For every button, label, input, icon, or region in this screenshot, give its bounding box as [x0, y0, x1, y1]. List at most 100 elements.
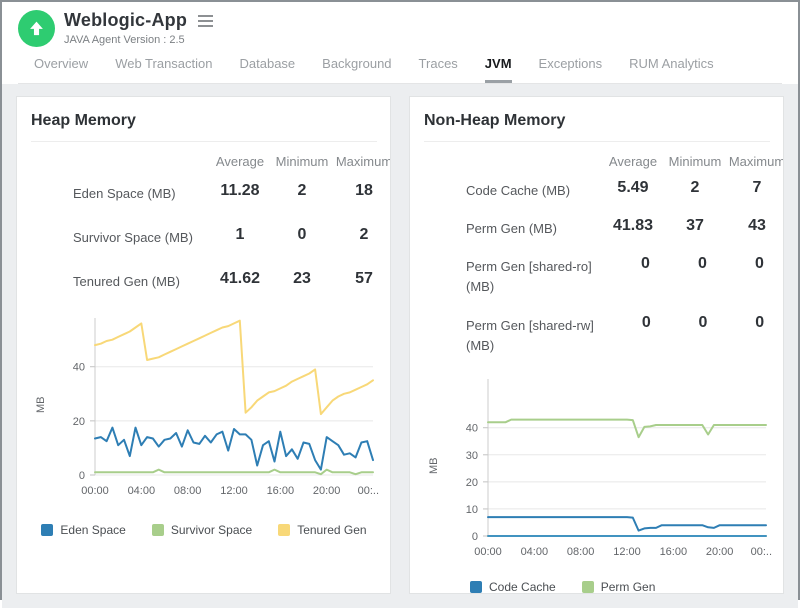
legend-swatch	[41, 524, 53, 536]
svg-text:00:00: 00:00	[81, 485, 109, 497]
svg-text:10: 10	[466, 504, 478, 516]
svg-text:40: 40	[73, 362, 85, 374]
svg-text:00:..: 00:..	[751, 546, 772, 558]
legend-swatch	[278, 524, 290, 536]
metric-label: Perm Gen [shared-rw] (MB)	[424, 314, 618, 356]
column-maximum: Maximum	[726, 154, 784, 169]
svg-text:08:00: 08:00	[174, 485, 202, 497]
svg-text:0: 0	[79, 470, 85, 482]
legend-swatch	[470, 581, 482, 593]
non-heap-memory-chart[interactable]: 01020304000:0004:0008:0012:0016:0020:000…	[424, 376, 772, 562]
metric-minimum: 0	[675, 314, 732, 332]
column-minimum: Minimum	[271, 154, 333, 169]
app-header: Weblogic-App JAVA Agent Version : 2.5 Ov…	[2, 2, 798, 84]
svg-text:40: 40	[466, 423, 478, 435]
heap-memory-chart[interactable]: 0 20 40 00:00 04:00 08:00 12:00 16:00 20:00 00:..…	[31, 315, 379, 501]
metric-label: Survivor Space (MB)	[31, 226, 209, 248]
legend-swatch	[152, 524, 164, 536]
metric-label: Perm Gen (MB)	[424, 217, 602, 239]
metric-minimum: 2	[271, 182, 333, 200]
legend-item[interactable]: Survivor Space	[152, 523, 252, 537]
metric-label: Code Cache (MB)	[424, 179, 602, 201]
table-row: Survivor Space (MB) 1 0 2	[31, 215, 391, 259]
svg-text:00:..: 00:..	[358, 485, 379, 497]
tab-web-transaction[interactable]: Web Transaction	[115, 56, 212, 83]
tab-overview[interactable]: Overview	[34, 56, 88, 83]
table-row: Perm Gen (MB) 41.83 37 43	[424, 209, 784, 247]
nonheap-chart-legend: Code CachePerm GenPerm Gen [shared-ro]Pe…	[470, 580, 760, 594]
metric-average: 0	[618, 314, 675, 332]
agent-version-label: JAVA Agent Version : 2.5	[64, 34, 215, 46]
column-average: Average	[209, 154, 271, 169]
metric-minimum: 0	[271, 226, 333, 244]
tab-database[interactable]: Database	[240, 56, 296, 83]
tab-traces[interactable]: Traces	[419, 56, 458, 83]
metric-average: 41.62	[209, 270, 271, 288]
metric-average: 11.28	[209, 182, 271, 200]
metric-average: 0	[617, 255, 674, 273]
svg-text:20:00: 20:00	[706, 546, 734, 558]
legend-item[interactable]: Code Cache	[470, 580, 556, 594]
tab-jvm[interactable]: JVM	[485, 56, 512, 83]
tab-exceptions[interactable]: Exceptions	[539, 56, 603, 83]
legend-label: Tenured Gen	[297, 523, 366, 537]
legend-swatch	[582, 581, 594, 593]
tab-background[interactable]: Background	[322, 56, 391, 83]
metric-average: 5.49	[602, 179, 664, 197]
svg-text:MB: MB	[428, 457, 440, 474]
panel-title-nonheap: Non-Heap Memory	[424, 110, 770, 142]
metric-minimum: 0	[674, 255, 731, 273]
svg-text:20: 20	[73, 416, 85, 428]
metric-minimum: 2	[664, 179, 726, 197]
table-row: Perm Gen [shared-ro] (MB) 0 0 0	[424, 247, 784, 305]
table-row: Eden Space (MB) 11.28 2 18	[31, 171, 391, 215]
table-header: Average Minimum Maximum	[31, 146, 391, 171]
legend-label: Perm Gen	[601, 580, 656, 594]
svg-text:20:00: 20:00	[313, 485, 341, 497]
svg-text:16:00: 16:00	[660, 546, 688, 558]
svg-text:12:00: 12:00	[220, 485, 248, 497]
metric-average: 41.83	[602, 217, 664, 235]
tab-rum-analytics[interactable]: RUM Analytics	[629, 56, 714, 83]
legend-label: Code Cache	[489, 580, 556, 594]
metric-label: Eden Space (MB)	[31, 182, 209, 204]
svg-text:12:00: 12:00	[613, 546, 641, 558]
legend-label: Eden Space	[60, 523, 125, 537]
metric-minimum: 37	[664, 217, 726, 235]
non-heap-memory-panel: Non-Heap Memory Average Minimum Maximum …	[409, 96, 784, 594]
metric-maximum: 0	[731, 314, 784, 332]
svg-text:04:00: 04:00	[521, 546, 549, 558]
page-title: Weblogic-App	[64, 10, 187, 31]
panel-title-heap: Heap Memory	[31, 110, 377, 142]
heap-chart-legend: Eden Space Survivor Space Tenured Gen	[31, 523, 377, 537]
metric-maximum: 43	[726, 217, 784, 235]
metric-maximum: 2	[333, 226, 391, 244]
metric-maximum: 57	[333, 270, 391, 288]
metric-maximum: 7	[726, 179, 784, 197]
column-maximum: Maximum	[333, 154, 391, 169]
svg-text:04:00: 04:00	[128, 485, 156, 497]
legend-item[interactable]: Tenured Gen	[278, 523, 366, 537]
svg-text:08:00: 08:00	[567, 546, 595, 558]
svg-text:0: 0	[472, 531, 478, 543]
table-row: Tenured Gen (MB) 41.62 23 57	[31, 259, 391, 303]
metric-maximum: 0	[731, 255, 784, 273]
nonheap-stats-table: Average Minimum Maximum Code Cache (MB) …	[424, 146, 784, 364]
legend-item[interactable]: Perm Gen	[582, 580, 656, 594]
metric-label: Tenured Gen (MB)	[31, 270, 209, 292]
metric-maximum: 18	[333, 182, 391, 200]
menu-icon[interactable]	[196, 13, 215, 29]
legend-item[interactable]: Eden Space	[41, 523, 125, 537]
metric-average: 1	[209, 226, 271, 244]
table-header: Average Minimum Maximum	[424, 146, 784, 171]
column-minimum: Minimum	[664, 154, 726, 169]
metric-label: Perm Gen [shared-ro] (MB)	[424, 255, 617, 297]
legend-label: Survivor Space	[171, 523, 252, 537]
svg-text:MB: MB	[35, 397, 47, 414]
svg-text:16:00: 16:00	[267, 485, 295, 497]
heap-memory-panel: Heap Memory Average Minimum Maximum Eden…	[16, 96, 391, 594]
up-arrow-icon	[28, 20, 45, 37]
svg-text:20: 20	[466, 477, 478, 489]
column-average: Average	[602, 154, 664, 169]
heap-stats-table: Average Minimum Maximum Eden Space (MB) …	[31, 146, 391, 303]
